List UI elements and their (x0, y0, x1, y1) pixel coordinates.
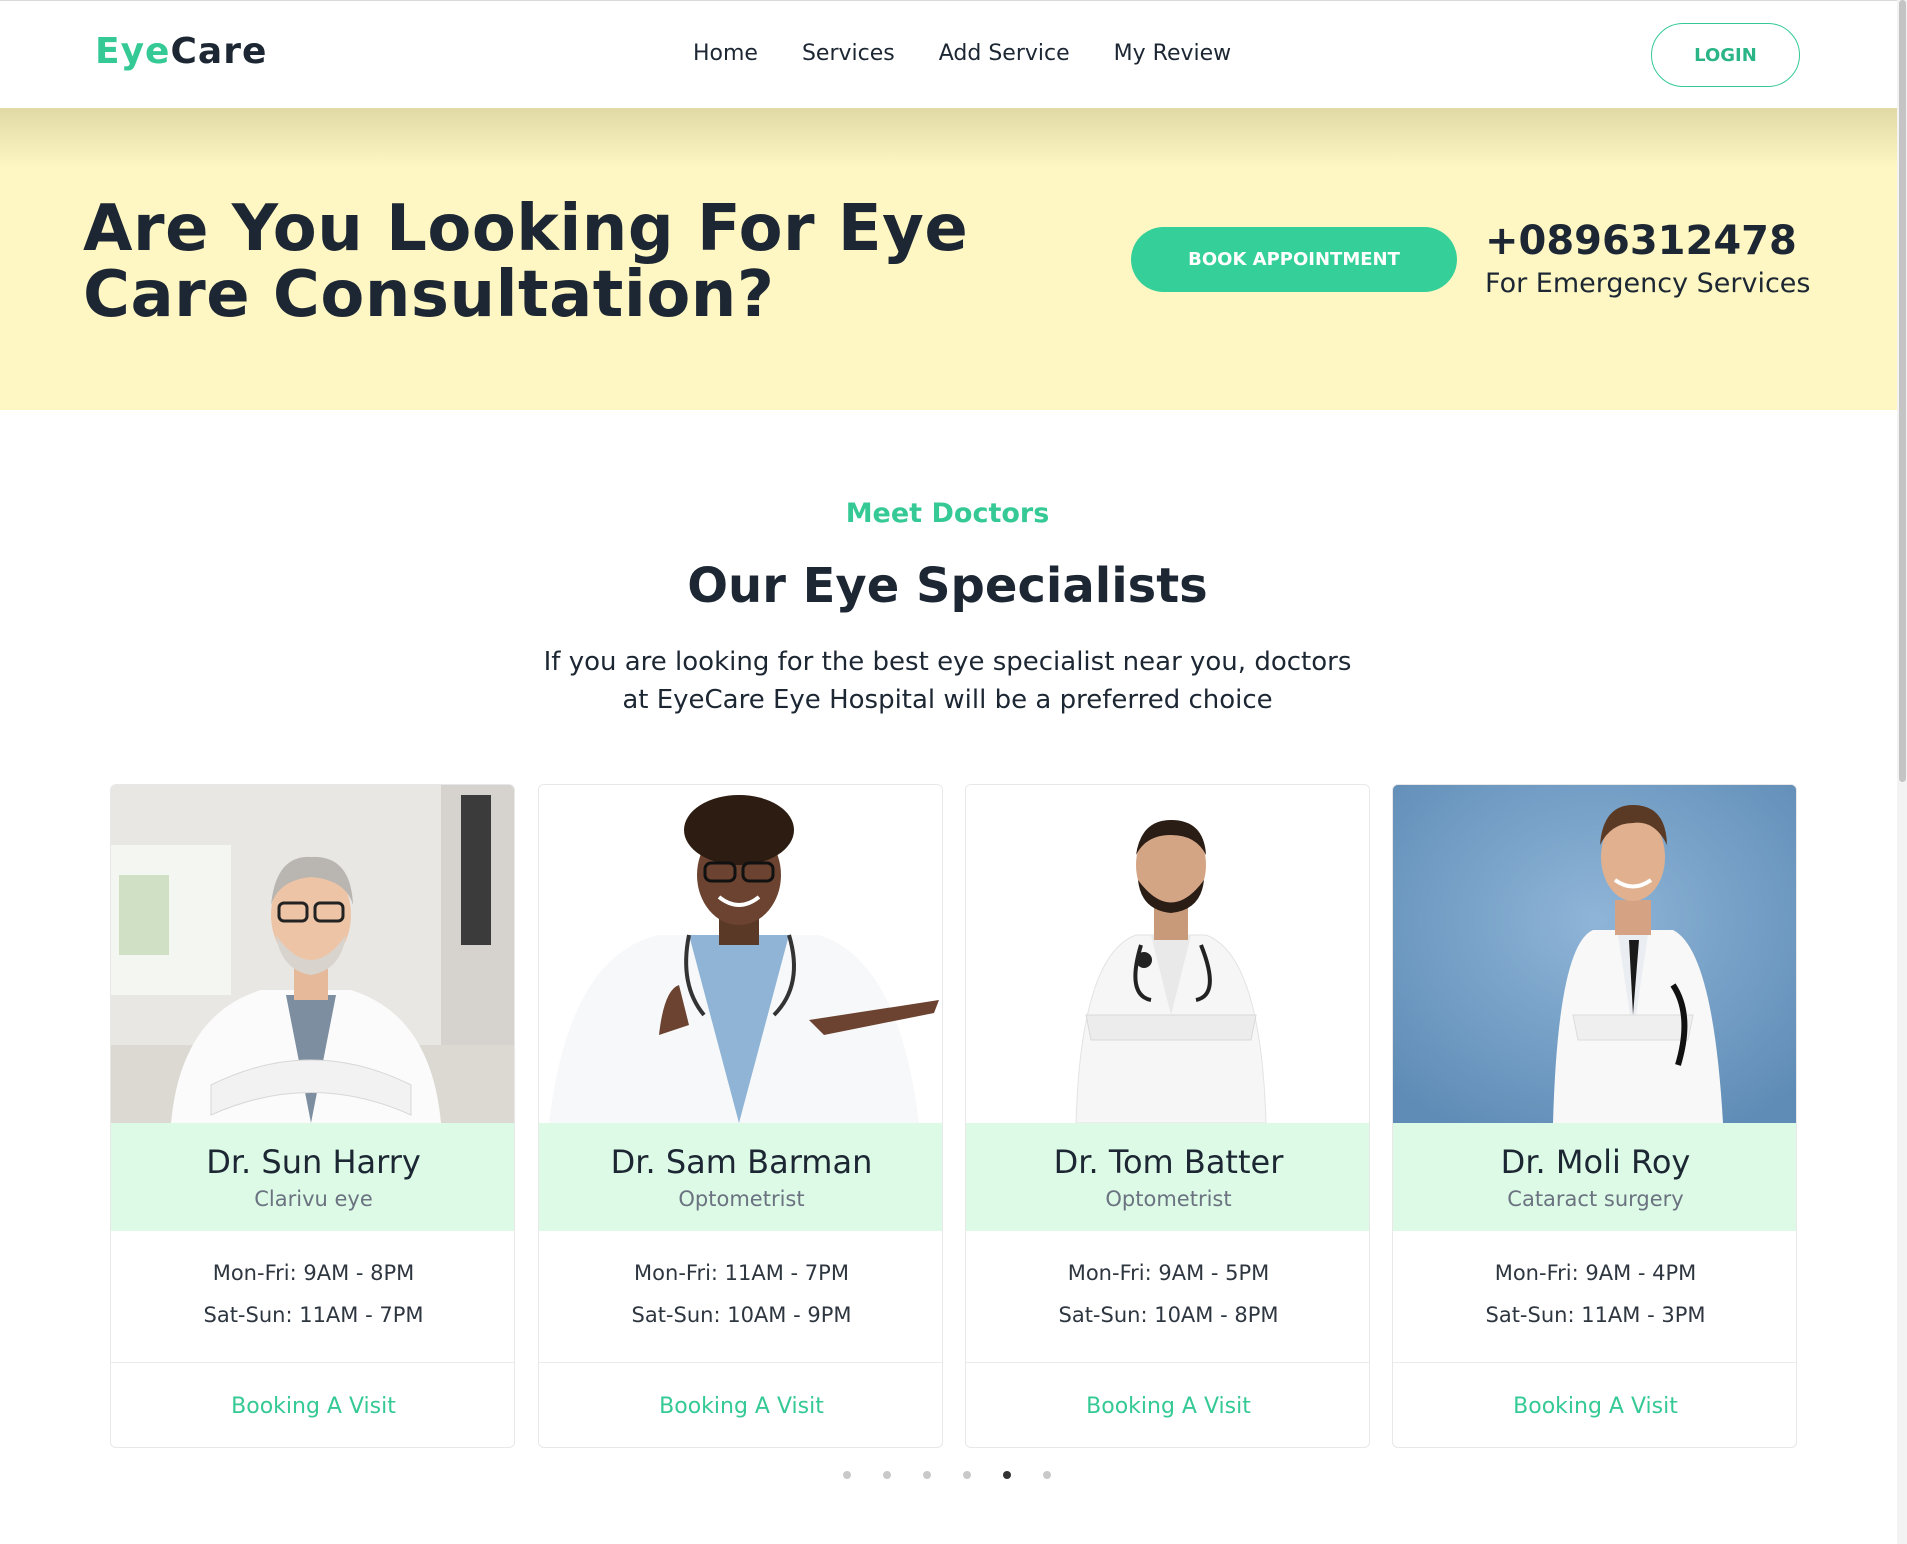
nav-services[interactable]: Services (802, 41, 895, 66)
hero-title: Are You Looking For Eye Care Consultatio… (83, 192, 969, 332)
weekend-hours: Sat-Sun: 10AM - 9PM (631, 1303, 852, 1327)
carousel-dot[interactable] (843, 1471, 851, 1479)
doctor-name: Dr. Sam Barman (610, 1143, 873, 1181)
booking-visit-link[interactable]: Booking A Visit (539, 1363, 942, 1447)
doctor-photo-image (1393, 785, 1796, 1123)
doctor-photo-image (539, 785, 942, 1123)
doctor-specialty: Clarivu eye (254, 1187, 373, 1211)
booking-visit-link[interactable]: Booking A Visit (111, 1363, 514, 1447)
weekend-hours: Sat-Sun: 11AM - 7PM (203, 1303, 424, 1327)
hero-banner: Are You Looking For Eye Care Consultatio… (0, 108, 1907, 410)
section-kicker: Meet Doctors (845, 498, 1050, 529)
weekday-hours: Mon-Fri: 9AM - 8PM (212, 1261, 415, 1285)
weekend-hours: Sat-Sun: 10AM - 8PM (1058, 1303, 1279, 1327)
doctor-name-block: Dr. Sam Barman Optometrist (539, 1123, 942, 1231)
doctor-specialty: Optometrist (1105, 1187, 1232, 1211)
carousel-dot[interactable] (883, 1471, 891, 1479)
page-scrollbar[interactable] (1897, 0, 1907, 1544)
logo-care-text: Care (170, 31, 268, 72)
logo[interactable]: EyeCare (95, 31, 267, 72)
doctor-photo (539, 785, 942, 1123)
nav-add-service[interactable]: Add Service (939, 41, 1070, 66)
emergency-caption: For Emergency Services (1485, 268, 1811, 299)
doctor-specialty: Cataract surgery (1507, 1187, 1684, 1211)
doctor-photo (111, 785, 514, 1123)
carousel-dot[interactable] (923, 1471, 931, 1479)
doctor-hours: Mon-Fri: 9AM - 8PM Sat-Sun: 11AM - 7PM (111, 1231, 514, 1363)
weekday-hours: Mon-Fri: 11AM - 7PM (634, 1261, 849, 1285)
doctor-card: Dr. Sam Barman Optometrist Mon-Fri: 11AM… (538, 784, 943, 1448)
section-title: Our Eye Specialists (687, 558, 1208, 614)
doctor-name-block: Dr. Tom Batter Optometrist (966, 1123, 1369, 1231)
weekday-hours: Mon-Fri: 9AM - 5PM (1067, 1261, 1270, 1285)
weekend-hours: Sat-Sun: 11AM - 3PM (1485, 1303, 1706, 1327)
doctor-name: Dr. Tom Batter (1053, 1143, 1284, 1181)
doctor-carousel: Dr. Sun Harry Clarivu eye Mon-Fri: 9AM -… (110, 784, 1797, 1448)
section-description: If you are looking for the best eye spec… (543, 647, 1352, 715)
doctor-card: Dr. Sun Harry Clarivu eye Mon-Fri: 9AM -… (110, 784, 515, 1448)
nav-home[interactable]: Home (693, 41, 758, 66)
emergency-phone: +0896312478 (1485, 218, 1797, 264)
doctor-name-block: Dr. Moli Roy Cataract surgery (1393, 1123, 1796, 1231)
scrollbar-thumb[interactable] (1899, 0, 1906, 782)
doctor-name: Dr. Sun Harry (206, 1143, 421, 1181)
carousel-dot[interactable] (1003, 1471, 1011, 1479)
carousel-dot[interactable] (1043, 1471, 1051, 1479)
booking-visit-link[interactable]: Booking A Visit (1393, 1363, 1796, 1447)
logo-eye-text: Eye (95, 31, 171, 72)
weekday-hours: Mon-Fri: 9AM - 4PM (1494, 1261, 1697, 1285)
doctor-name-block: Dr. Sun Harry Clarivu eye (111, 1123, 514, 1231)
doctor-photo-image (966, 785, 1369, 1123)
carousel-pagination (843, 1471, 1051, 1479)
doctor-photo-image (111, 785, 514, 1123)
top-navbar: EyeCare Home Services Add Service My Rev… (0, 0, 1907, 108)
main-nav: Home Services Add Service My Review (693, 41, 1231, 66)
doctor-photo (966, 785, 1369, 1123)
doctor-specialty: Optometrist (678, 1187, 805, 1211)
doctor-card: Dr. Tom Batter Optometrist Mon-Fri: 9AM … (965, 784, 1370, 1448)
doctor-hours: Mon-Fri: 11AM - 7PM Sat-Sun: 10AM - 9PM (539, 1231, 942, 1363)
book-appointment-button[interactable]: BOOK APPOINTMENT (1131, 227, 1457, 292)
login-button[interactable]: LOGIN (1651, 23, 1800, 87)
doctor-photo (1393, 785, 1796, 1123)
doctor-hours: Mon-Fri: 9AM - 4PM Sat-Sun: 11AM - 3PM (1393, 1231, 1796, 1363)
doctor-hours: Mon-Fri: 9AM - 5PM Sat-Sun: 10AM - 8PM (966, 1231, 1369, 1363)
carousel-dot[interactable] (963, 1471, 971, 1479)
doctor-card: Dr. Moli Roy Cataract surgery Mon-Fri: 9… (1392, 784, 1797, 1448)
booking-visit-link[interactable]: Booking A Visit (966, 1363, 1369, 1447)
doctor-name: Dr. Moli Roy (1500, 1143, 1691, 1181)
nav-my-review[interactable]: My Review (1114, 41, 1232, 66)
